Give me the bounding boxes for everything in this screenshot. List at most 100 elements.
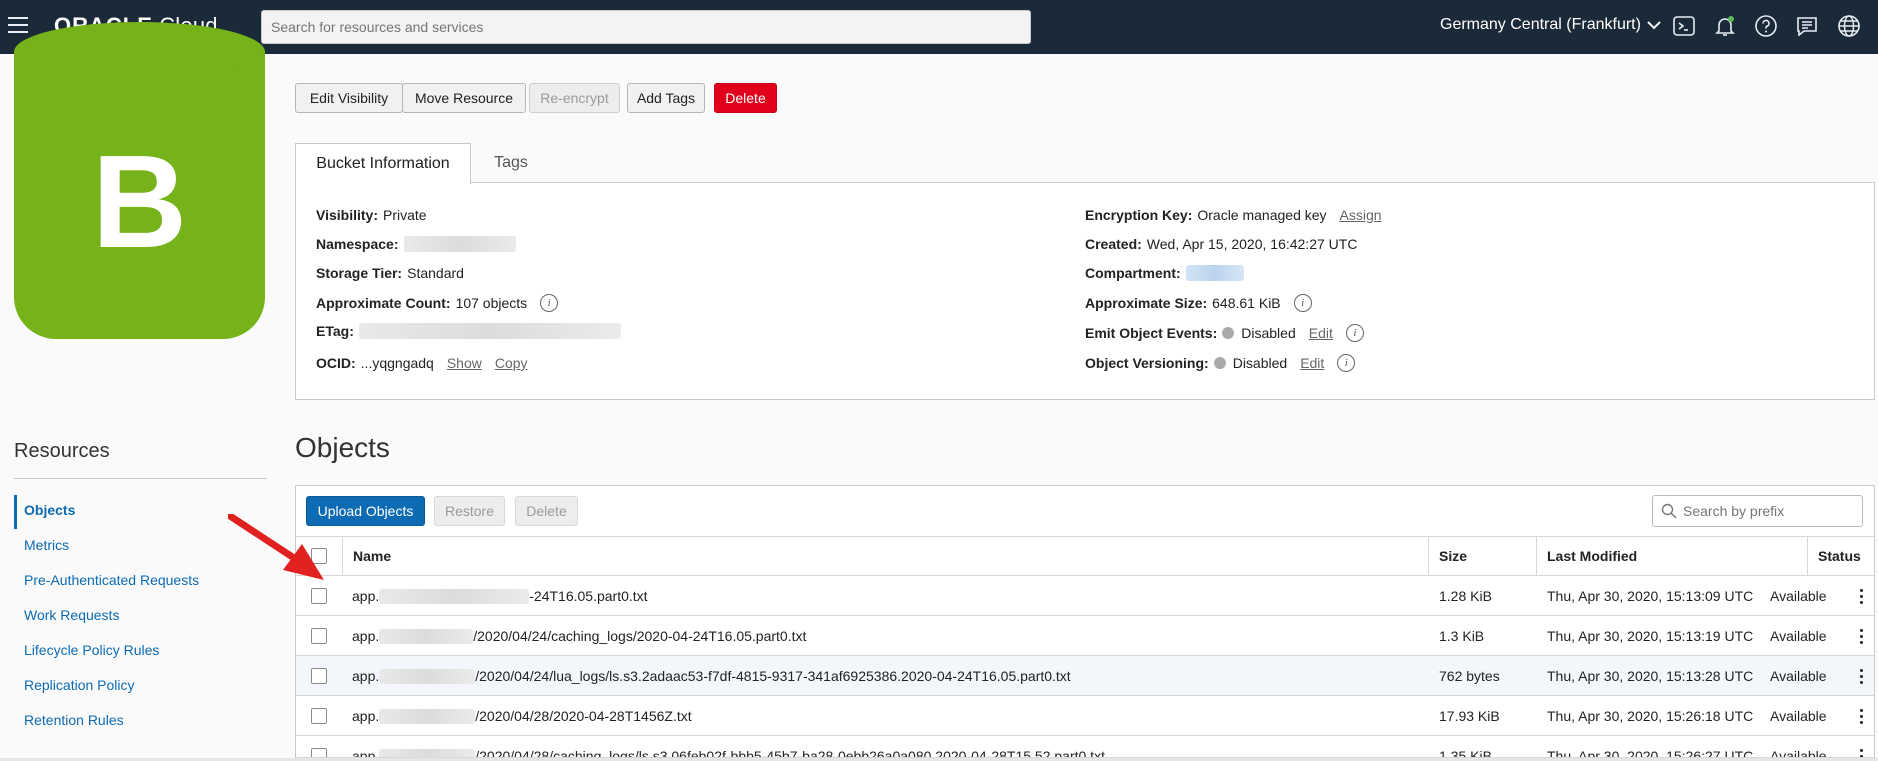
sidebar-item-lifecycle-policy-rules[interactable]: Lifecycle Policy Rules xyxy=(24,642,159,658)
info-icon[interactable]: i xyxy=(1345,324,1364,342)
emit-object-events-field: Emit Object Events: Disabled Edit i xyxy=(1085,324,1364,342)
move-resource-button[interactable]: Move Resource xyxy=(402,83,526,113)
object-last-modified: Thu, Apr 30, 2020, 15:13:19 UTC xyxy=(1547,628,1754,644)
object-size: 762 bytes xyxy=(1439,668,1500,684)
column-header-size[interactable]: Size xyxy=(1429,537,1537,575)
row-checkbox[interactable] xyxy=(311,748,327,757)
global-search-input[interactable] xyxy=(271,19,1021,35)
row-actions-icon[interactable] xyxy=(1860,589,1863,604)
object-last-modified: Thu, Apr 30, 2020, 15:13:09 UTC xyxy=(1547,588,1754,604)
menu-icon[interactable] xyxy=(8,17,28,33)
row-actions-icon[interactable] xyxy=(1860,629,1863,644)
table-row[interactable]: app./2020/04/24/caching_logs/2020-04-24T… xyxy=(296,616,1874,656)
object-name[interactable]: app./2020/04/28/2020-04-28T1456Z.txt xyxy=(352,696,1422,736)
table-row[interactable]: app./2020/04/24/lua_logs/ls.s3.2adaac53-… xyxy=(296,656,1874,696)
tab-bucket-information[interactable]: Bucket Information xyxy=(295,143,471,184)
ocid-copy-link[interactable]: Copy xyxy=(495,355,528,371)
sidebar-item-replication-policy[interactable]: Replication Policy xyxy=(24,677,135,693)
restore-button[interactable]: Restore xyxy=(434,496,505,526)
approximate-size-field: Approximate Size: 648.61 KiB i xyxy=(1085,294,1312,312)
reencrypt-button[interactable]: Re-encrypt xyxy=(529,83,620,113)
column-header-name[interactable]: Name xyxy=(343,537,1429,575)
red-arrow-annotation xyxy=(228,514,324,580)
object-last-modified: Thu, Apr 30, 2020, 15:26:27 UTC xyxy=(1547,748,1754,758)
namespace-field: Namespace: xyxy=(316,236,516,252)
region-selector[interactable]: Germany Central (Frankfurt) xyxy=(1440,16,1661,34)
sidebar-item-pre-authenticated-requests[interactable]: Pre-Authenticated Requests xyxy=(24,572,199,588)
global-search-field[interactable] xyxy=(261,10,1031,44)
compartment-link[interactable] xyxy=(1185,265,1244,281)
object-last-modified: Thu, Apr 30, 2020, 15:13:28 UTC xyxy=(1547,668,1754,684)
object-name[interactable]: app./2020/04/24/caching_logs/2020-04-24T… xyxy=(352,616,1422,656)
column-header-status[interactable]: Status xyxy=(1808,537,1874,575)
object-size: 1.35 KiB xyxy=(1439,748,1492,758)
redacted-value xyxy=(358,323,621,339)
bell-icon[interactable] xyxy=(1712,13,1738,39)
info-icon[interactable]: i xyxy=(1293,294,1312,312)
object-size: 1.3 KiB xyxy=(1439,628,1485,644)
object-status: Available xyxy=(1770,628,1827,644)
encryption-assign-link[interactable]: Assign xyxy=(1340,207,1382,223)
help-icon[interactable] xyxy=(1753,13,1779,39)
object-versioning-field: Object Versioning: Disabled Edit i xyxy=(1085,354,1356,372)
tab-tags[interactable]: Tags xyxy=(471,143,551,183)
add-tags-button[interactable]: Add Tags xyxy=(627,83,705,113)
encryption-key-field: Encryption Key: Oracle managed key Assign xyxy=(1085,207,1382,223)
status-dot xyxy=(1222,327,1235,339)
column-header-last-modified[interactable]: Last Modified xyxy=(1537,537,1808,575)
object-status: Available xyxy=(1770,668,1827,684)
table-row[interactable]: app. -24T16.05.part0.txt 1.28 KiB Thu, Ap… xyxy=(296,576,1874,616)
object-status: Available xyxy=(1770,748,1827,758)
bucket-avatar-letter: B xyxy=(91,128,188,275)
region-label: Germany Central (Frankfurt) xyxy=(1440,16,1641,33)
sidebar-item-work-requests[interactable]: Work Requests xyxy=(24,607,119,623)
top-bar: ORACLE Cloud Germany Central (Frankfurt) xyxy=(0,0,1878,54)
edit-visibility-button[interactable]: Edit Visibility xyxy=(295,83,403,113)
status-dot xyxy=(1213,357,1226,369)
object-name[interactable]: app./2020/04/28/caching_logs/ls.s3.06feb… xyxy=(352,736,1422,757)
events-edit-link[interactable]: Edit xyxy=(1309,325,1333,341)
sidebar-item-metrics[interactable]: Metrics xyxy=(24,537,69,553)
row-checkbox[interactable] xyxy=(311,668,327,684)
delete-bucket-button[interactable]: Delete xyxy=(714,83,777,113)
storage-tier-field: Storage Tier: Standard xyxy=(316,265,464,281)
table-row[interactable]: app./2020/04/28/2020-04-28T1456Z.txt 17.… xyxy=(296,696,1874,736)
bucket-avatar: B xyxy=(14,22,265,339)
info-icon[interactable]: i xyxy=(540,294,559,312)
approximate-count-field: Approximate Count: 107 objects i xyxy=(316,294,559,312)
table-row[interactable]: app./2020/04/28/caching_logs/ls.s3.06feb… xyxy=(296,736,1874,758)
prefix-search-field[interactable] xyxy=(1652,495,1863,527)
row-checkbox[interactable] xyxy=(311,628,327,644)
row-actions-icon[interactable] xyxy=(1860,749,1863,757)
row-actions-icon[interactable] xyxy=(1860,709,1863,724)
resources-title: Resources xyxy=(14,440,110,462)
objects-title: Objects xyxy=(295,432,390,463)
object-size: 17.93 KiB xyxy=(1439,708,1500,724)
object-name[interactable]: app. -24T16.05.part0.txt xyxy=(352,576,1422,616)
ocid-field: OCID: ...yqgngadq Show Copy xyxy=(316,355,528,371)
sidebar-item-objects[interactable]: Objects xyxy=(24,502,75,518)
redacted-value xyxy=(403,236,516,252)
chat-icon[interactable] xyxy=(1794,13,1820,39)
globe-icon[interactable] xyxy=(1836,13,1862,39)
terminal-icon[interactable] xyxy=(1671,13,1697,39)
object-last-modified: Thu, Apr 30, 2020, 15:26:18 UTC xyxy=(1547,708,1754,724)
info-icon[interactable]: i xyxy=(1337,354,1356,372)
delete-objects-button[interactable]: Delete xyxy=(515,496,578,526)
chevron-down-icon xyxy=(1647,21,1661,30)
object-status: Available xyxy=(1770,708,1827,724)
objects-table-header: Name Size Last Modified Status xyxy=(296,536,1874,576)
visibility-field: Visibility: Private xyxy=(316,207,427,223)
active-indicator xyxy=(14,495,17,529)
search-icon xyxy=(1661,503,1677,519)
object-status: Available xyxy=(1770,588,1827,604)
row-checkbox[interactable] xyxy=(311,588,327,604)
row-checkbox[interactable] xyxy=(311,708,327,724)
ocid-show-link[interactable]: Show xyxy=(447,355,482,371)
versioning-edit-link[interactable]: Edit xyxy=(1300,355,1324,371)
object-name[interactable]: app./2020/04/24/lua_logs/ls.s3.2adaac53-… xyxy=(352,656,1422,696)
row-actions-icon[interactable] xyxy=(1860,669,1863,684)
prefix-search-input[interactable] xyxy=(1683,503,1853,519)
compartment-field: Compartment: xyxy=(1085,265,1244,281)
sidebar-item-retention-rules[interactable]: Retention Rules xyxy=(24,712,124,728)
